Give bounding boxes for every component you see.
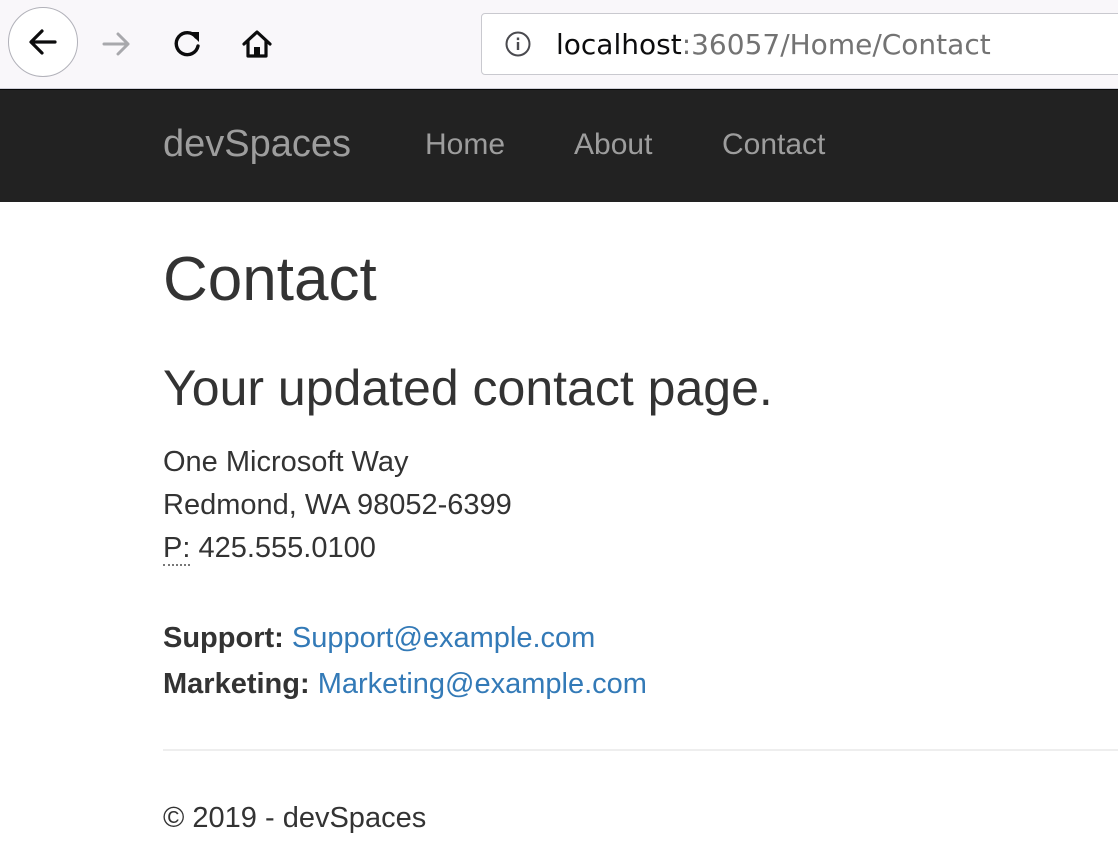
browser-toolbar: localhost:36057/Home/Contact: [0, 0, 1118, 89]
home-icon: [242, 30, 272, 58]
phone-abbreviation: P:: [163, 532, 191, 566]
back-arrow-icon: [29, 29, 57, 55]
nav-item-about[interactable]: About: [574, 127, 652, 163]
page-subtitle: Your updated contact page.: [163, 360, 773, 416]
back-button[interactable]: [8, 7, 78, 77]
footer-divider: [163, 749, 1118, 751]
page-title: Contact: [163, 245, 377, 314]
phone-line: P: 425.555.0100: [163, 530, 376, 566]
address-line-2: Redmond, WA 98052-6399: [163, 489, 512, 521]
info-icon[interactable]: [504, 30, 532, 63]
phone-number: 425.555.0100: [198, 532, 376, 564]
url-host: localhost: [556, 28, 682, 61]
forward-arrow-icon: [102, 32, 130, 56]
home-button[interactable]: [238, 25, 276, 63]
url-path: :36057/Home/Contact: [681, 28, 991, 61]
nav-item-contact[interactable]: Contact: [722, 127, 825, 163]
brand-link[interactable]: devSpaces: [163, 122, 351, 166]
url-bar[interactable]: localhost:36057/Home/Contact: [481, 13, 1118, 75]
support-email-line: Support: Support@example.com: [163, 620, 595, 656]
reload-icon: [174, 30, 200, 57]
nav-item-home[interactable]: Home: [425, 127, 505, 163]
support-email-link[interactable]: Support@example.com: [292, 622, 595, 654]
reload-button[interactable]: [168, 25, 206, 63]
footer-copyright: © 2019 - devSpaces: [163, 802, 427, 834]
forward-button[interactable]: [98, 25, 136, 63]
marketing-email-link[interactable]: Marketing@example.com: [318, 668, 647, 700]
url-text[interactable]: localhost:36057/Home/Contact: [556, 28, 991, 62]
site-navbar: devSpaces Home About Contact: [0, 89, 1118, 202]
address-line-1: One Microsoft Way: [163, 446, 409, 478]
marketing-email-line: Marketing: Marketing@example.com: [163, 666, 647, 702]
support-label: Support:: [163, 622, 284, 654]
marketing-label: Marketing:: [163, 668, 310, 700]
